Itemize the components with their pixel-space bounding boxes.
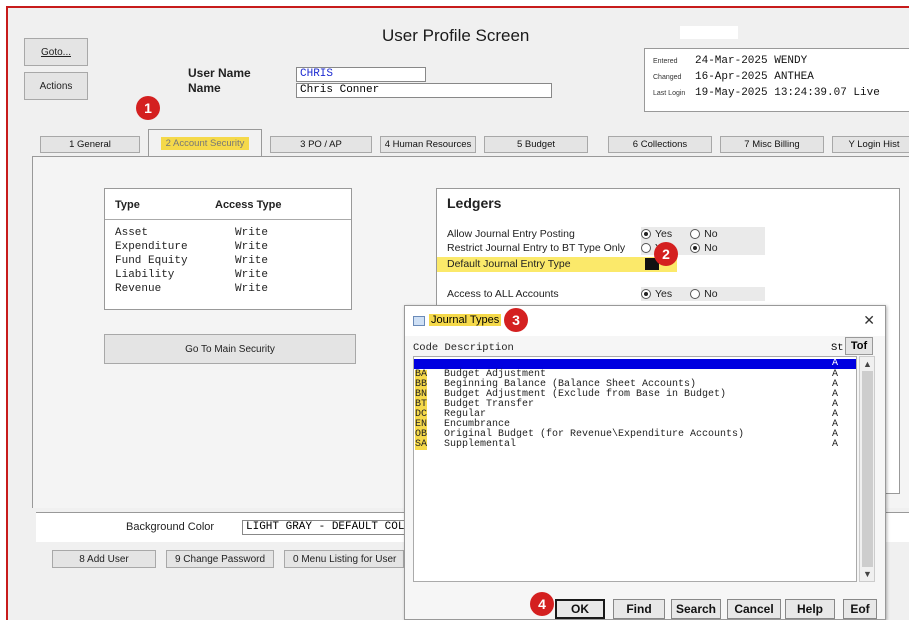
eof-button[interactable]: Eof — [843, 599, 877, 619]
blank-field — [680, 26, 738, 39]
tab-login-hist[interactable]: Y Login Hist — [832, 136, 909, 153]
entered-label: Entered — [653, 58, 678, 65]
col-access-header: Access Type — [215, 199, 282, 211]
step-badge-4: 4 — [530, 592, 554, 616]
access-all-row: Access to ALL Accounts Yes No — [437, 287, 767, 302]
dialog-titlebar: Journal Types ✕ — [405, 306, 885, 336]
changed-label: Changed — [653, 74, 682, 81]
search-button[interactable]: Search — [671, 599, 721, 619]
step-badge-1: 1 — [136, 96, 160, 120]
allow-je-label: Allow Journal Entry Posting — [447, 228, 575, 240]
scroll-down-icon[interactable]: ▼ — [863, 569, 872, 579]
actions-button[interactable]: Actions — [24, 72, 88, 100]
journal-types-dialog: Journal Types ✕ Code Description St Tof … — [404, 305, 886, 620]
tab-budget[interactable]: 5 Budget — [484, 136, 588, 153]
col-type-header: Type — [115, 199, 140, 211]
allow-je-no-radio[interactable] — [690, 229, 701, 239]
restrict-je-no-radio[interactable] — [690, 243, 701, 253]
tab-misc-billing[interactable]: 7 Misc Billing — [720, 136, 824, 153]
restrict-je-row: Restrict Journal Entry to BT Type Only Y… — [437, 241, 767, 256]
table-row[interactable]: Liability Write — [115, 269, 268, 281]
user-name-label: User Name — [188, 66, 251, 80]
access-all-no-radio[interactable] — [690, 289, 701, 299]
find-button[interactable]: Find — [613, 599, 665, 619]
page-title: User Profile Screen — [382, 26, 530, 45]
audit-info-panel: Entered 24-Mar-2025 WENDY Changed 16-Apr-2… — [644, 48, 909, 112]
list-scrollbar[interactable]: ▲ ▼ — [859, 356, 875, 582]
scroll-up-icon[interactable]: ▲ — [863, 359, 872, 369]
tab-human-resources[interactable]: 4 Human Resources — [380, 136, 476, 153]
go-to-main-security-button[interactable]: Go To Main Security — [104, 334, 356, 364]
tab-general[interactable]: 1 General — [40, 136, 140, 153]
tab-account-security[interactable]: 2 Account Security — [148, 129, 262, 157]
restrict-je-label: Restrict Journal Entry to BT Type Only — [447, 242, 626, 254]
dialog-title: Journal Types — [429, 314, 502, 326]
allow-je-row: Allow Journal Entry Posting Yes No — [437, 227, 767, 242]
list-item-selected[interactable]: A — [414, 359, 856, 369]
last-login-value: 19-May-2025 13:24:39.07 Live — [695, 87, 880, 99]
name-label: Name — [188, 81, 221, 95]
allow-je-options: Yes No — [641, 227, 765, 241]
menu-listing-button[interactable]: 0 Menu Listing for User — [284, 550, 404, 568]
tab-collections[interactable]: 6 Collections — [608, 136, 712, 153]
col-code-description-header: Code Description — [413, 342, 514, 354]
col-status-header: St — [831, 342, 844, 354]
close-icon[interactable]: ✕ — [863, 312, 875, 329]
access-all-label: Access to ALL Accounts — [447, 288, 559, 300]
goto-button[interactable]: Goto... — [24, 38, 88, 66]
table-row[interactable]: Expenditure Write — [115, 241, 268, 253]
header-divider — [105, 219, 351, 220]
account-type-table: Type Access Type Asset Write Expenditure W… — [104, 188, 352, 310]
step-badge-3: 3 — [504, 308, 528, 332]
access-all-yes-radio[interactable] — [641, 289, 651, 299]
background-color-label: Background Color — [126, 521, 215, 533]
help-button[interactable]: Help — [785, 599, 835, 619]
list-item[interactable]: SA Supplemental A — [414, 440, 856, 450]
entered-value: 24-Mar-2025 WENDY — [695, 55, 808, 67]
change-password-button[interactable]: 9 Change Password — [166, 550, 274, 568]
table-row[interactable]: Fund Equity Write — [115, 255, 268, 267]
default-je-row: Default Journal Entry Type — [437, 257, 677, 272]
allow-je-yes-radio[interactable] — [641, 229, 651, 239]
journal-types-list[interactable]: A BA Budget Adjustment A BB Beginning Balan… — [413, 356, 857, 582]
tab-po-ap[interactable]: 3 PO / AP — [270, 136, 372, 153]
user-name-field[interactable]: CHRIS — [296, 67, 426, 82]
ok-button[interactable]: OK — [555, 599, 605, 619]
last-login-label: Last Login — [653, 90, 686, 97]
table-row[interactable]: Asset Write — [115, 227, 268, 239]
cancel-button[interactable]: Cancel — [727, 599, 781, 619]
step-badge-2: 2 — [654, 242, 678, 266]
top-of-file-button[interactable]: Tof — [845, 337, 873, 355]
add-user-button[interactable]: 8 Add User — [52, 550, 156, 568]
changed-value: 16-Apr-2025 ANTHEA — [695, 71, 814, 83]
table-row[interactable]: Revenue Write — [115, 283, 268, 295]
name-field[interactable]: Chris Conner — [296, 83, 552, 98]
ledgers-title: Ledgers — [447, 195, 502, 211]
scrollbar-thumb[interactable] — [862, 371, 873, 567]
access-all-options: Yes No — [641, 287, 765, 301]
default-je-label: Default Journal Entry Type — [447, 258, 571, 270]
restrict-je-yes-radio[interactable] — [641, 243, 651, 253]
window-icon — [413, 316, 425, 326]
